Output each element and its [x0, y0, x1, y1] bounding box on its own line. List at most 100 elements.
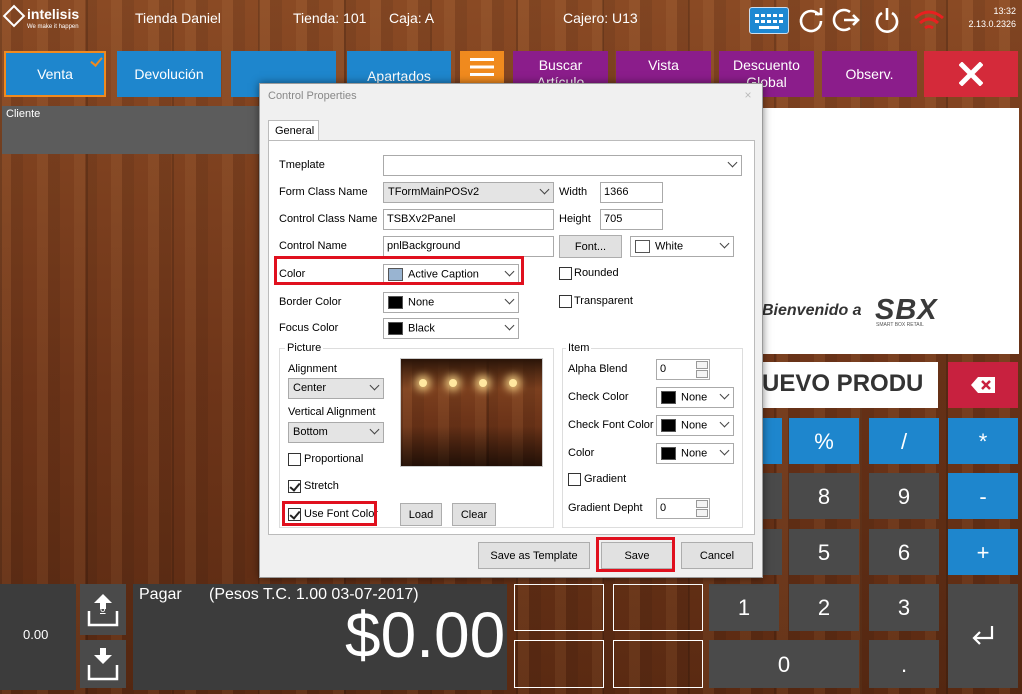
black-swatch — [661, 419, 676, 432]
spin-up-icon[interactable] — [696, 500, 708, 508]
keypad-divide[interactable]: / — [869, 418, 939, 464]
venta-button[interactable]: Venta — [4, 51, 106, 97]
font-button-label: Font... — [574, 240, 607, 253]
control-name-input[interactable]: pnlBackground — [383, 236, 554, 257]
width-input[interactable]: 1366 — [600, 182, 663, 203]
keypad-percent[interactable]: % — [789, 418, 859, 464]
gradient-depth-spinner[interactable]: 0 — [656, 498, 710, 519]
spotlight-icon — [449, 379, 457, 387]
cancel-button-label: Cancel — [699, 549, 735, 562]
download-button[interactable] — [80, 640, 126, 688]
welcome-banner: Bienvenido a SBX SMART BOX RETAIL — [762, 108, 1019, 354]
payment-slot-1[interactable] — [514, 584, 604, 631]
devolucion-label: Devolución — [134, 65, 204, 82]
form-class-select[interactable]: TFormMainPOSv2 — [383, 182, 554, 203]
keypad-9[interactable]: 9 — [869, 473, 939, 519]
devolucion-button[interactable]: Devolución — [117, 51, 221, 97]
keypad-partial-blue[interactable] — [762, 418, 782, 464]
keypad-partial-4[interactable] — [762, 529, 782, 575]
power-icon[interactable] — [873, 6, 901, 34]
cliente-panel[interactable]: Cliente — [2, 106, 260, 154]
save-as-template-button[interactable]: Save as Template — [478, 542, 590, 569]
menu-button[interactable] — [460, 51, 504, 83]
keypad-5[interactable]: 5 — [789, 529, 859, 575]
cancel-button[interactable]: Cancel — [681, 542, 753, 569]
backspace-button[interactable] — [948, 362, 1018, 408]
spin-down-icon[interactable] — [696, 509, 708, 517]
keypad-3[interactable]: 3 — [869, 584, 939, 631]
save-highlight-box — [596, 537, 675, 572]
enter-button[interactable] — [948, 584, 1018, 688]
k2-label: 2 — [817, 595, 831, 620]
keypad-8[interactable]: 8 — [789, 473, 859, 519]
keypad-multiply[interactable]: * — [948, 418, 1018, 464]
clear-button[interactable]: Clear — [452, 503, 496, 526]
pay-label: Pagar — [139, 586, 182, 603]
percent-label: % — [814, 428, 834, 454]
border-color-label: Border Color — [279, 296, 342, 308]
upload-button[interactable]: 0 — [80, 584, 126, 635]
close-button[interactable] — [924, 51, 1018, 97]
logout-icon[interactable] — [832, 6, 860, 34]
descuento-label: Descuento — [733, 57, 800, 73]
focus-color-select[interactable]: Black — [383, 318, 519, 339]
control-class-input[interactable]: TSBXv2Panel — [383, 209, 554, 230]
font-button[interactable]: Font... — [559, 235, 622, 258]
check-color-value: None — [681, 391, 708, 404]
product-input[interactable]: UEVO PRODU — [762, 362, 938, 408]
picture-group-title: Picture — [285, 342, 324, 354]
keypad-6[interactable]: 6 — [869, 529, 939, 575]
cliente-label: Cliente — [6, 108, 41, 120]
border-color-select[interactable]: None — [383, 292, 519, 313]
payment-slot-4[interactable] — [613, 640, 703, 688]
height-input[interactable]: 705 — [600, 209, 663, 230]
enter-icon — [972, 626, 994, 645]
spin-up-icon[interactable] — [696, 361, 708, 369]
payment-slot-3[interactable] — [514, 640, 604, 688]
alpha-blend-spinner[interactable]: 0 — [656, 359, 710, 380]
observ-button[interactable]: Observ. — [822, 51, 917, 97]
clear-button-label: Clear — [460, 508, 488, 521]
font-color-select[interactable]: White — [630, 236, 734, 257]
k0-label: 0 — [777, 651, 791, 677]
tab-general[interactable]: General — [268, 120, 319, 141]
keypad-partial-7[interactable] — [762, 473, 782, 519]
refresh-icon[interactable] — [797, 6, 825, 34]
transparent-checkbox[interactable] — [559, 295, 572, 308]
check-color-select[interactable]: None — [656, 387, 734, 408]
keypad-minus[interactable]: - — [948, 473, 1018, 519]
spotlight-icon — [509, 379, 517, 387]
item-group — [562, 348, 743, 528]
stretch-checkbox[interactable] — [288, 480, 301, 493]
keypad-plus[interactable]: + — [948, 529, 1018, 575]
rounded-checkbox[interactable] — [559, 267, 572, 280]
gradient-checkbox[interactable] — [568, 473, 581, 486]
chevron-down-icon — [369, 380, 380, 391]
keypad-0[interactable]: 0 — [709, 640, 859, 688]
spin-down-icon[interactable] — [696, 370, 708, 378]
keypad-2[interactable]: 2 — [789, 584, 859, 631]
proportional-checkbox[interactable] — [288, 453, 301, 466]
app-logo-tagline: We make it happen — [27, 24, 79, 30]
k3-label: 3 — [897, 595, 911, 620]
multiply-label: * — [978, 428, 988, 454]
buscar-label: Buscar — [538, 57, 583, 73]
minus-label: - — [979, 483, 987, 509]
rounded-label: Rounded — [574, 267, 619, 279]
keypad-1[interactable]: 1 — [709, 584, 779, 631]
chevron-down-icon — [539, 184, 550, 195]
dialog-close-icon[interactable]: × — [740, 88, 756, 102]
item-color-select[interactable]: None — [656, 443, 734, 464]
form-class-value: TFormMainPOSv2 — [388, 186, 480, 198]
register-label: Caja: A — [389, 10, 435, 26]
keyboard-icon[interactable] — [749, 7, 789, 34]
load-button[interactable]: Load — [400, 503, 442, 526]
check-font-color-select[interactable]: None — [656, 415, 734, 436]
alignment-select[interactable]: Center — [288, 378, 384, 399]
template-select[interactable] — [383, 155, 742, 176]
form-class-label: Form Class Name — [279, 186, 368, 198]
payment-slot-2[interactable] — [613, 584, 703, 631]
version-label: 2.13.0.2326 — [968, 19, 1016, 29]
vertical-alignment-select[interactable]: Bottom — [288, 422, 384, 443]
keypad-dot[interactable]: . — [869, 640, 939, 688]
